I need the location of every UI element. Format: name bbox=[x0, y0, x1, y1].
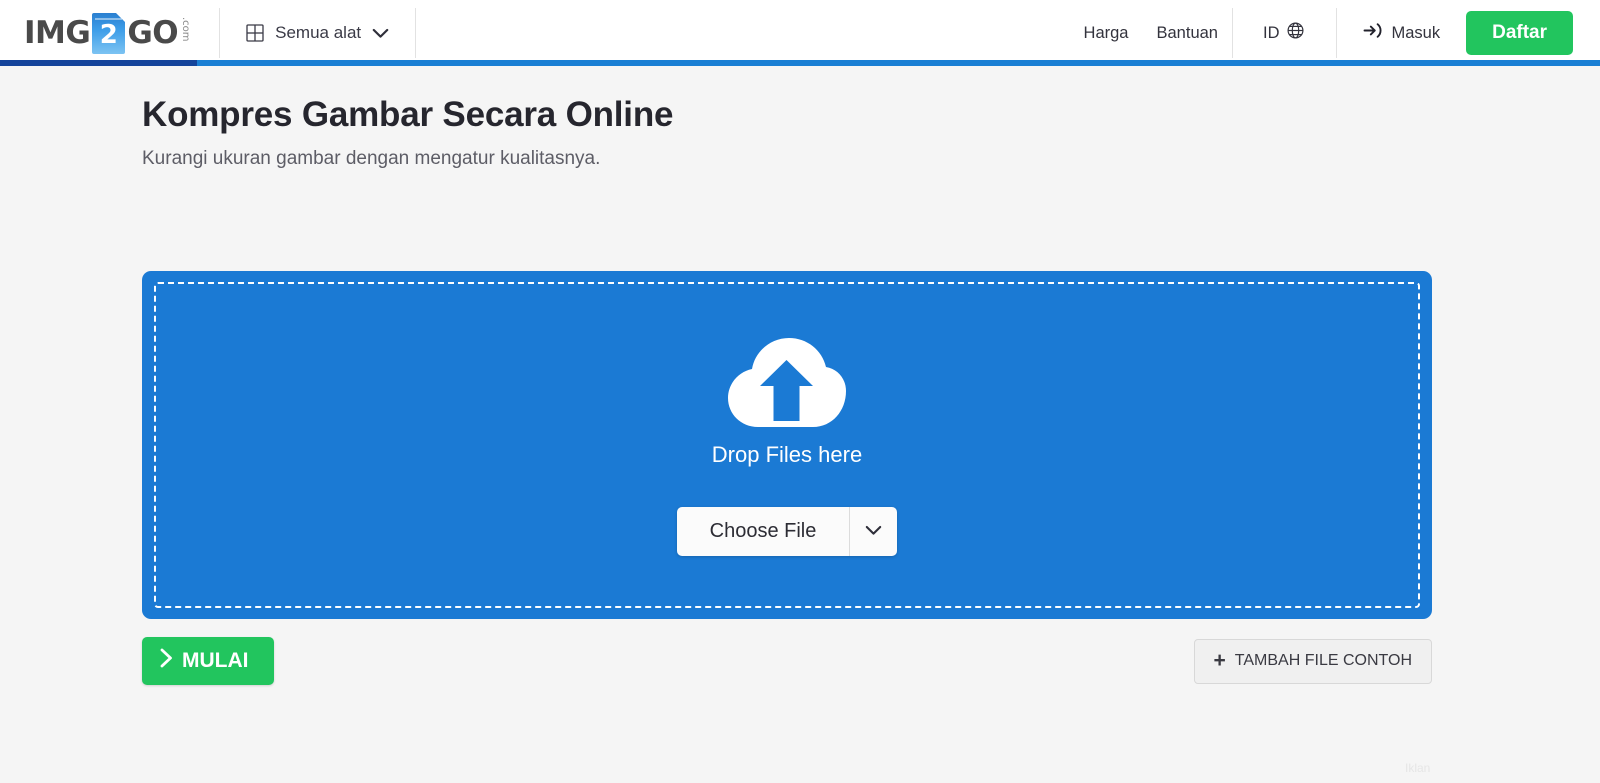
choose-file-dropdown-button[interactable] bbox=[850, 506, 898, 556]
add-sample-file-button[interactable]: + TAMBAH FILE CONTOH bbox=[1193, 638, 1432, 684]
dropzone-content: Drop Files here Choose File bbox=[676, 335, 898, 556]
choose-file-button[interactable]: Choose File bbox=[676, 506, 850, 556]
logo-text-dotcom: .com bbox=[180, 17, 192, 42]
header-right-group: Harga Bantuan ID Masuk Daftar bbox=[1064, 0, 1600, 66]
ad-marker-label: Iklan bbox=[1405, 761, 1431, 775]
grid-icon bbox=[246, 24, 264, 42]
sign-up-button[interactable]: Daftar bbox=[1466, 11, 1573, 55]
content-container: Kompres Gambar Secara Online Kurangi uku… bbox=[0, 94, 1600, 685]
cloud-upload-icon bbox=[727, 335, 847, 433]
site-header: IMG 2 GO .com Semua alat Harga Bantuan I… bbox=[0, 0, 1600, 66]
logo-text-go: GO bbox=[127, 14, 179, 51]
main-content: Kompres Gambar Secara Online Kurangi uku… bbox=[0, 66, 1600, 685]
file-dropzone[interactable]: Drop Files here Choose File bbox=[142, 271, 1432, 619]
progress-bar-track bbox=[197, 60, 1600, 66]
add-sample-file-label: TAMBAH FILE CONTOH bbox=[1234, 652, 1412, 669]
chevron-right-icon bbox=[160, 648, 173, 674]
all-tools-label: Semua alat bbox=[275, 23, 362, 42]
sign-up-wrap: Daftar bbox=[1466, 0, 1600, 66]
nav-link-harga[interactable]: Harga bbox=[1064, 0, 1143, 66]
dropzone-label: Drop Files here bbox=[711, 441, 863, 467]
sign-in-label: Masuk bbox=[1391, 23, 1441, 42]
globe-icon bbox=[1287, 22, 1304, 44]
logo-text-img: IMG bbox=[24, 14, 91, 51]
start-button[interactable]: MULAI bbox=[142, 637, 274, 685]
page-progress-bar bbox=[0, 60, 1600, 66]
nav-link-bantuan[interactable]: Bantuan bbox=[1143, 0, 1232, 66]
language-selector[interactable]: ID bbox=[1233, 0, 1337, 66]
dropzone-area: Drop Files here Choose File bbox=[142, 271, 1432, 619]
header-spacer bbox=[416, 0, 1063, 66]
language-code: ID bbox=[1262, 23, 1280, 42]
logo-badge-number: 2 bbox=[99, 20, 118, 50]
page-subtitle: Kurangi ukuran gambar dengan mengatur ku… bbox=[142, 148, 601, 169]
start-button-label: MULAI bbox=[182, 649, 249, 672]
plus-icon: + bbox=[1213, 648, 1226, 672]
chevron-down-icon bbox=[372, 28, 389, 39]
img2go-logo: IMG 2 GO .com bbox=[24, 12, 192, 54]
chevron-down-icon bbox=[865, 524, 882, 539]
action-row: MULAI + TAMBAH FILE CONTOH bbox=[142, 637, 1432, 685]
sign-in-button[interactable]: Masuk bbox=[1337, 0, 1466, 66]
page-title: Kompres Gambar Secara Online bbox=[142, 95, 674, 134]
progress-bar-filled bbox=[0, 60, 197, 66]
choose-file-group: Choose File bbox=[676, 506, 898, 556]
all-tools-menu[interactable]: Semua alat bbox=[220, 0, 415, 66]
header-left-group: IMG 2 GO .com Semua alat bbox=[0, 0, 417, 66]
sign-in-icon bbox=[1363, 22, 1382, 44]
logo-link[interactable]: IMG 2 GO .com bbox=[0, 0, 219, 66]
logo-document-icon: 2 bbox=[92, 12, 126, 54]
